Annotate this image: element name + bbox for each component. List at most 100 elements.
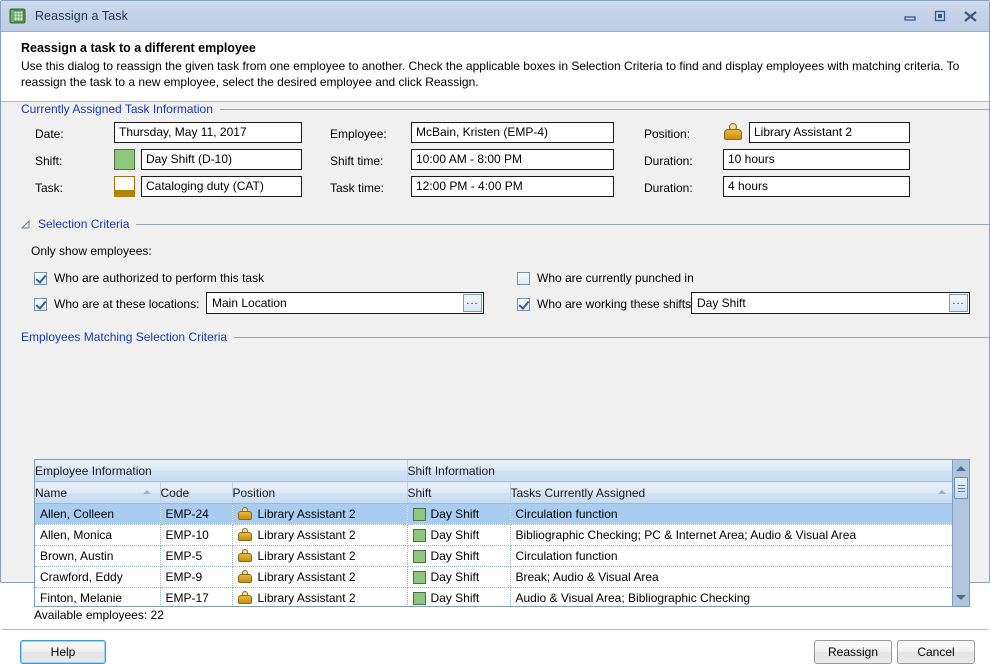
- locations-combo[interactable]: Main Location ...: [206, 292, 484, 314]
- checkbox-shifts-box[interactable]: [517, 297, 530, 311]
- person-icon: [237, 591, 253, 605]
- grid-vertical-scrollbar[interactable]: [952, 460, 969, 606]
- date-field[interactable]: Thursday, May 11, 2017: [114, 122, 302, 143]
- column-header-code[interactable]: Code: [160, 481, 233, 504]
- scroll-down-arrow-icon[interactable]: [953, 589, 969, 606]
- checkbox-shifts[interactable]: Who are working these shifts:: [517, 297, 694, 311]
- shift-duration-field[interactable]: 10 hours: [723, 149, 910, 170]
- task-field[interactable]: Cataloging duty (CAT): [141, 176, 302, 197]
- cell-shift: Day Shift: [407, 566, 511, 588]
- shift-time-field[interactable]: 10:00 AM - 8:00 PM: [411, 149, 614, 170]
- cell-tasks: Circulation function: [510, 545, 952, 567]
- employee-field[interactable]: McBain, Kristen (EMP-4): [411, 122, 614, 143]
- grid-body: Allen, Colleen EMP-24 Library Assistant …: [35, 503, 952, 606]
- criteria-intro: Only show employees:: [31, 244, 152, 258]
- results-caption: Employees Matching Selection Criteria: [21, 330, 228, 344]
- scrollbar-track[interactable]: [953, 499, 969, 589]
- divider: [136, 223, 990, 225]
- group-header-shift-information[interactable]: Shift Information: [407, 460, 952, 482]
- date-label: Date:: [35, 127, 64, 141]
- cell-name: Finton, Melanie: [35, 587, 161, 606]
- locations-browse-button[interactable]: ...: [463, 294, 482, 312]
- shift-color-swatch: [412, 528, 426, 542]
- position-field[interactable]: Library Assistant 2: [749, 122, 910, 143]
- shift-field[interactable]: Day Shift (D-10): [141, 149, 302, 170]
- column-header-name[interactable]: Name: [35, 481, 161, 504]
- checkbox-punched-in[interactable]: Who are currently punched in: [517, 271, 694, 285]
- column-header-position[interactable]: Position: [232, 481, 408, 504]
- cell-position: Library Assistant 2: [232, 503, 408, 525]
- scroll-up-arrow-icon[interactable]: [953, 460, 969, 477]
- help-button[interactable]: Help: [20, 640, 106, 664]
- cell-shift: Day Shift: [407, 587, 511, 606]
- cell-position: Library Assistant 2: [232, 587, 408, 606]
- column-header-shift[interactable]: Shift: [407, 481, 511, 504]
- title-bar: Reassign a Task: [1, 1, 989, 32]
- task-time-field[interactable]: 12:00 PM - 4:00 PM: [411, 176, 614, 197]
- task-info-caption: Currently Assigned Task Information: [21, 102, 213, 116]
- task-duration-field[interactable]: 4 hours: [723, 176, 910, 197]
- table-row[interactable]: Allen, Colleen EMP-24 Library Assistant …: [35, 503, 952, 525]
- cell-shift-label: Day Shift: [430, 591, 480, 605]
- column-header-tasks-label: Tasks Currently Assigned: [510, 485, 646, 500]
- shifts-value[interactable]: Day Shift: [692, 293, 948, 313]
- table-row[interactable]: Brown, Austin EMP-5 Library Assistant 2: [35, 545, 952, 567]
- grid-column-header-row: Name Code Position Shift Tasks Currently…: [35, 481, 952, 504]
- cell-position-label: Library Assistant 2: [257, 549, 356, 563]
- footer-divider: [2, 629, 988, 630]
- checkbox-authorized[interactable]: Who are authorized to perform this task: [34, 271, 264, 285]
- cell-tasks: Circulation function: [510, 503, 952, 525]
- selection-criteria-group-header: Selection Criteria: [1, 217, 990, 231]
- checkbox-locations-box[interactable]: [34, 297, 47, 311]
- divider: [234, 336, 990, 338]
- reassign-button[interactable]: Reassign: [814, 640, 892, 664]
- person-icon: [237, 549, 253, 563]
- close-icon[interactable]: [955, 5, 985, 27]
- window-controls: [895, 5, 985, 27]
- checkbox-shifts-label: Who are working these shifts:: [537, 297, 695, 311]
- available-employees-status: Available employees: 22: [34, 608, 164, 622]
- checkbox-locations[interactable]: Who are at these locations:: [34, 297, 199, 311]
- cell-shift-label: Day Shift: [430, 507, 480, 521]
- scrollbar-thumb[interactable]: [954, 477, 968, 499]
- shift-color-swatch: [412, 591, 426, 605]
- shift-time-label: Shift time:: [330, 154, 384, 168]
- sort-ascending-icon: [142, 490, 151, 494]
- checkbox-punched-in-box[interactable]: [517, 271, 530, 285]
- cancel-button[interactable]: Cancel: [897, 640, 975, 664]
- table-row[interactable]: Finton, Melanie EMP-17 Library Assistant…: [35, 587, 952, 606]
- minimize-icon[interactable]: [895, 5, 925, 27]
- grid-app-icon: [9, 7, 27, 25]
- window-title: Reassign a Task: [35, 9, 128, 23]
- cell-shift-label: Day Shift: [430, 528, 480, 542]
- maximize-icon[interactable]: [925, 5, 955, 27]
- cell-shift-label: Day Shift: [430, 549, 480, 563]
- employees-grid[interactable]: Employee Information Shift Information N…: [34, 459, 970, 607]
- shifts-browse-button[interactable]: ...: [949, 294, 968, 312]
- cell-code: EMP-17: [160, 587, 233, 606]
- locations-value[interactable]: Main Location: [207, 293, 462, 313]
- cell-code: EMP-9: [160, 566, 233, 588]
- divider: [219, 108, 990, 110]
- reassign-task-dialog: Reassign a Task Reassign a task to a dif…: [0, 0, 990, 664]
- task-time-label: Task time:: [330, 181, 385, 195]
- table-row[interactable]: Crawford, Eddy EMP-9 Library Assistant 2: [35, 566, 952, 588]
- cell-position-label: Library Assistant 2: [257, 528, 356, 542]
- column-header-tasks[interactable]: Tasks Currently Assigned: [510, 481, 952, 504]
- cell-position-label: Library Assistant 2: [257, 591, 356, 605]
- table-row[interactable]: Allen, Monica EMP-10 Library Assistant 2: [35, 524, 952, 546]
- cell-position: Library Assistant 2: [232, 566, 408, 588]
- grid-viewport: Employee Information Shift Information N…: [35, 460, 952, 606]
- collapse-triangle-icon[interactable]: [20, 219, 31, 229]
- checkbox-authorized-box[interactable]: [34, 271, 47, 285]
- cell-tasks: Bibliographic Checking; PC & Internet Ar…: [510, 524, 952, 546]
- cell-code: EMP-5: [160, 545, 233, 567]
- shift-duration-label: Duration:: [644, 154, 693, 168]
- employees-table: Employee Information Shift Information N…: [35, 460, 952, 606]
- shift-color-swatch: [412, 570, 426, 584]
- cell-shift: Day Shift: [407, 524, 511, 546]
- shifts-combo[interactable]: Day Shift ...: [691, 292, 970, 314]
- cell-name: Brown, Austin: [35, 545, 161, 567]
- column-header-name-label: Name: [35, 485, 68, 500]
- group-header-employee-information[interactable]: Employee Information: [35, 460, 408, 482]
